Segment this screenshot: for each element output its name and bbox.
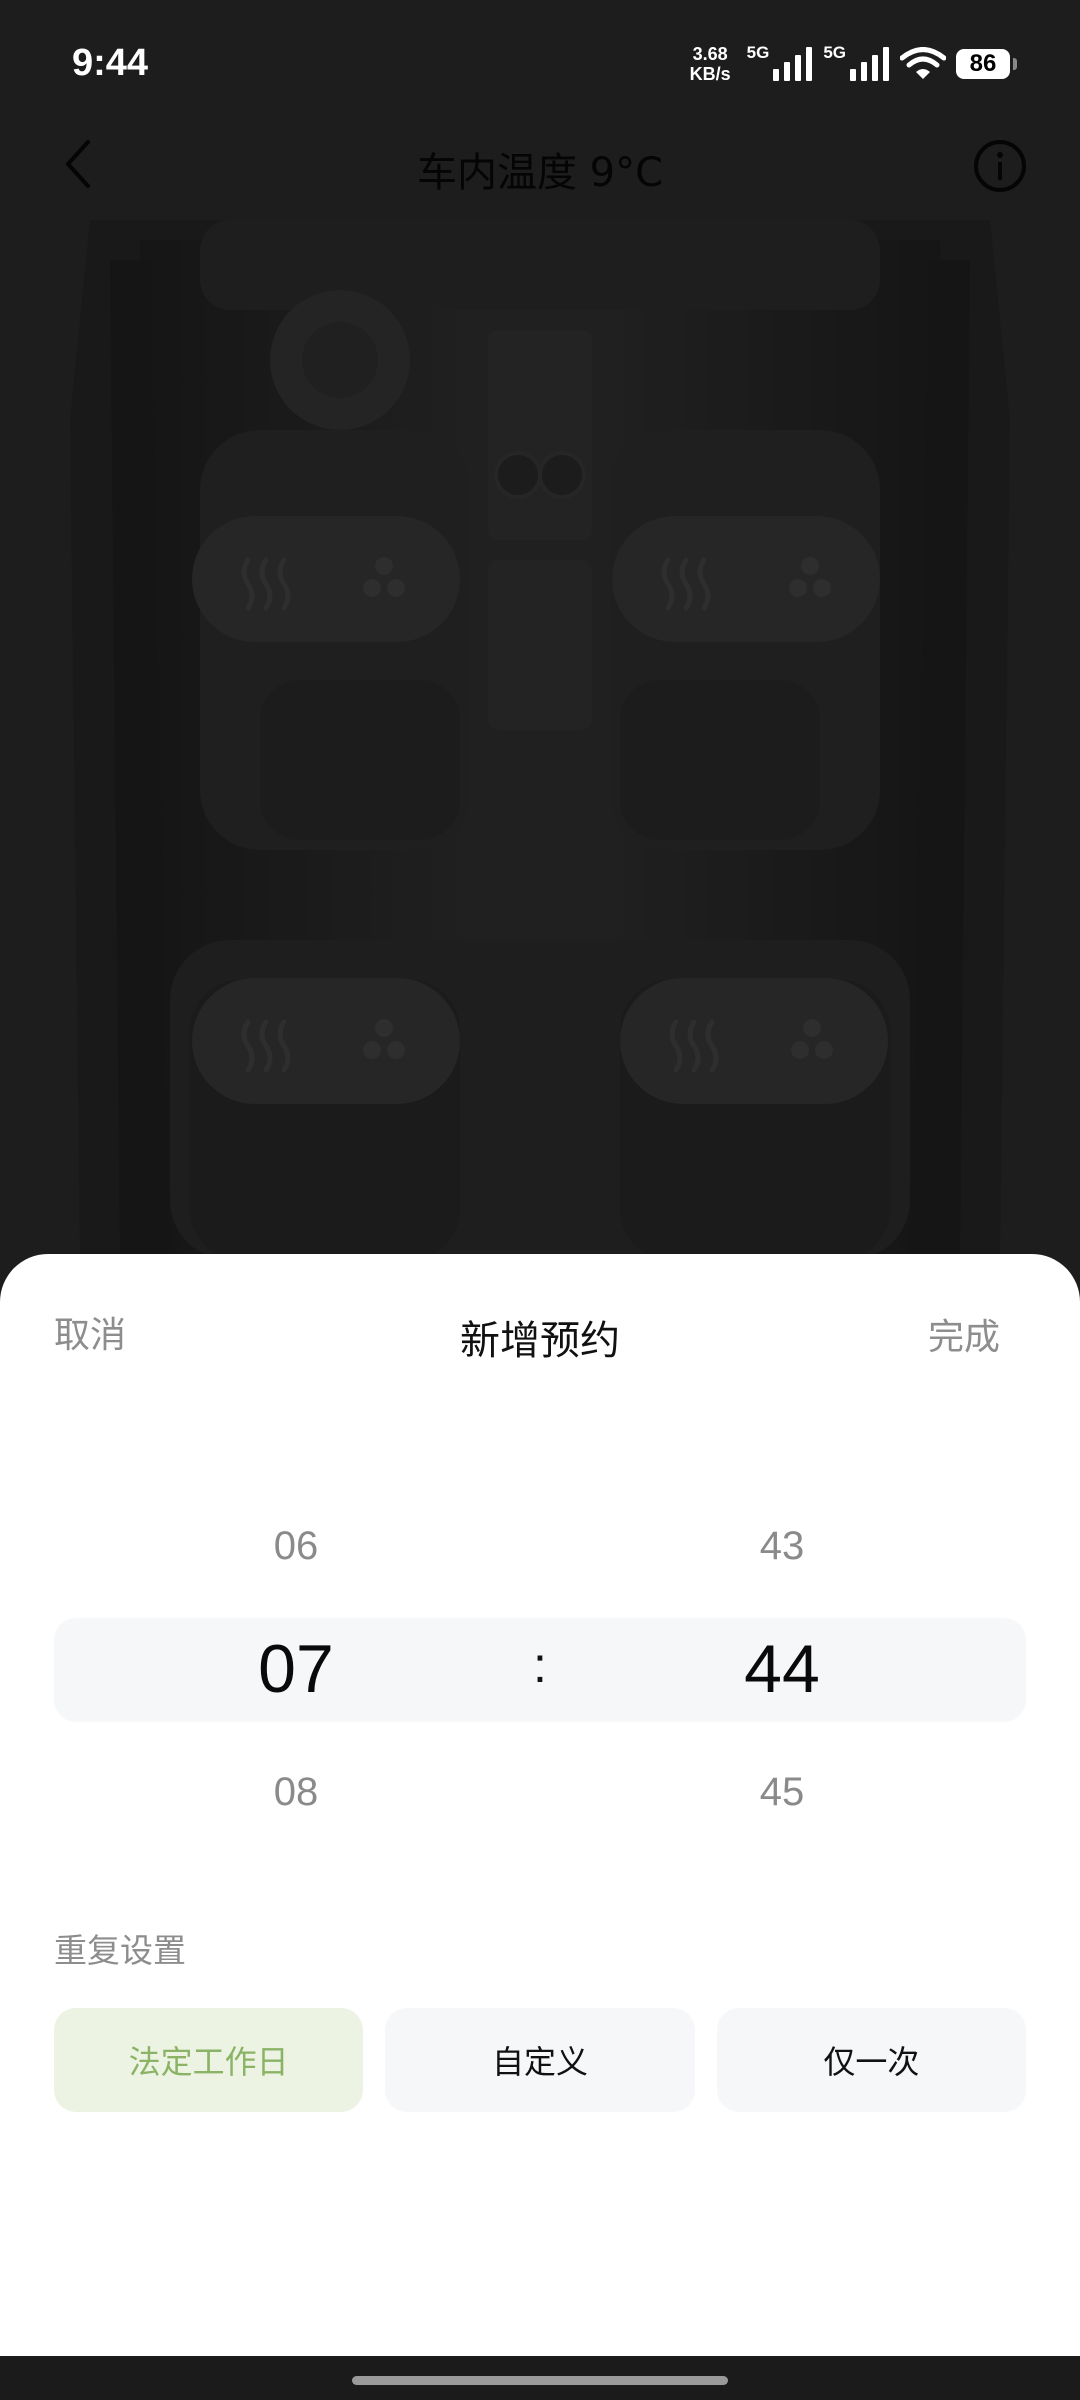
wifi-icon	[900, 47, 946, 79]
status-bar: 9:44 3.68 KB/s 5G 5G 86	[0, 0, 1080, 130]
hour-option-prev[interactable]: 06	[196, 1524, 396, 1569]
hour-option-next[interactable]: 08	[196, 1770, 396, 1815]
signal-icon	[850, 47, 889, 81]
signal-icon	[773, 47, 813, 81]
minute-picker-selected[interactable]: 44	[682, 1630, 882, 1708]
page-title: 车内温度 9°C	[416, 150, 664, 196]
hour-picker-selected[interactable]: 07	[196, 1630, 396, 1708]
repeat-option-once[interactable]: 仅一次	[716, 2008, 1026, 2112]
app-root: 9:44 3.68 KB/s 5G 5G 86 车内温度 9°C 取消 新增预约…	[0, 0, 1080, 2400]
network-speed: 3.68 KB/s	[690, 44, 731, 84]
network-type-label: 5G	[823, 43, 846, 62]
navigation-bar	[0, 2356, 1080, 2400]
info-icon[interactable]	[970, 136, 1030, 196]
network-speed-value: 3.68	[692, 44, 728, 64]
repeat-option-custom[interactable]: 自定义	[385, 2008, 695, 2112]
status-icons: 3.68 KB/s 5G 5G 86	[690, 43, 1017, 84]
minute-option-next[interactable]: 45	[682, 1770, 882, 1815]
car-interior-view	[0, 220, 1080, 1260]
sheet-title: 新增预约	[460, 1318, 620, 1364]
signal-group-sim1: 5G	[747, 43, 814, 81]
time-separator: :	[533, 1637, 547, 1693]
signal-group-sim2: 5G	[823, 43, 890, 81]
network-speed-unit: KB/s	[689, 64, 731, 84]
new-schedule-sheet: 取消 新增预约 完成 06 07 08 : 43 44 45 重复设置 法定工作…	[0, 1254, 1080, 2356]
car-illustration	[70, 220, 1010, 1260]
home-indicator[interactable]	[352, 2376, 728, 2385]
top-bar: 车内温度 9°C	[0, 120, 1080, 212]
repeat-settings-label: 重复设置	[54, 1931, 186, 1970]
minute-option-prev[interactable]: 43	[682, 1524, 882, 1569]
done-button[interactable]: 完成	[928, 1308, 1000, 1360]
network-type-label: 5G	[746, 43, 770, 62]
repeat-option-workdays[interactable]: 法定工作日	[54, 2008, 364, 2112]
repeat-options: 法定工作日 自定义 仅一次	[54, 2008, 1026, 2112]
battery-icon: 86	[956, 49, 1017, 79]
status-time: 9:44	[72, 42, 149, 84]
